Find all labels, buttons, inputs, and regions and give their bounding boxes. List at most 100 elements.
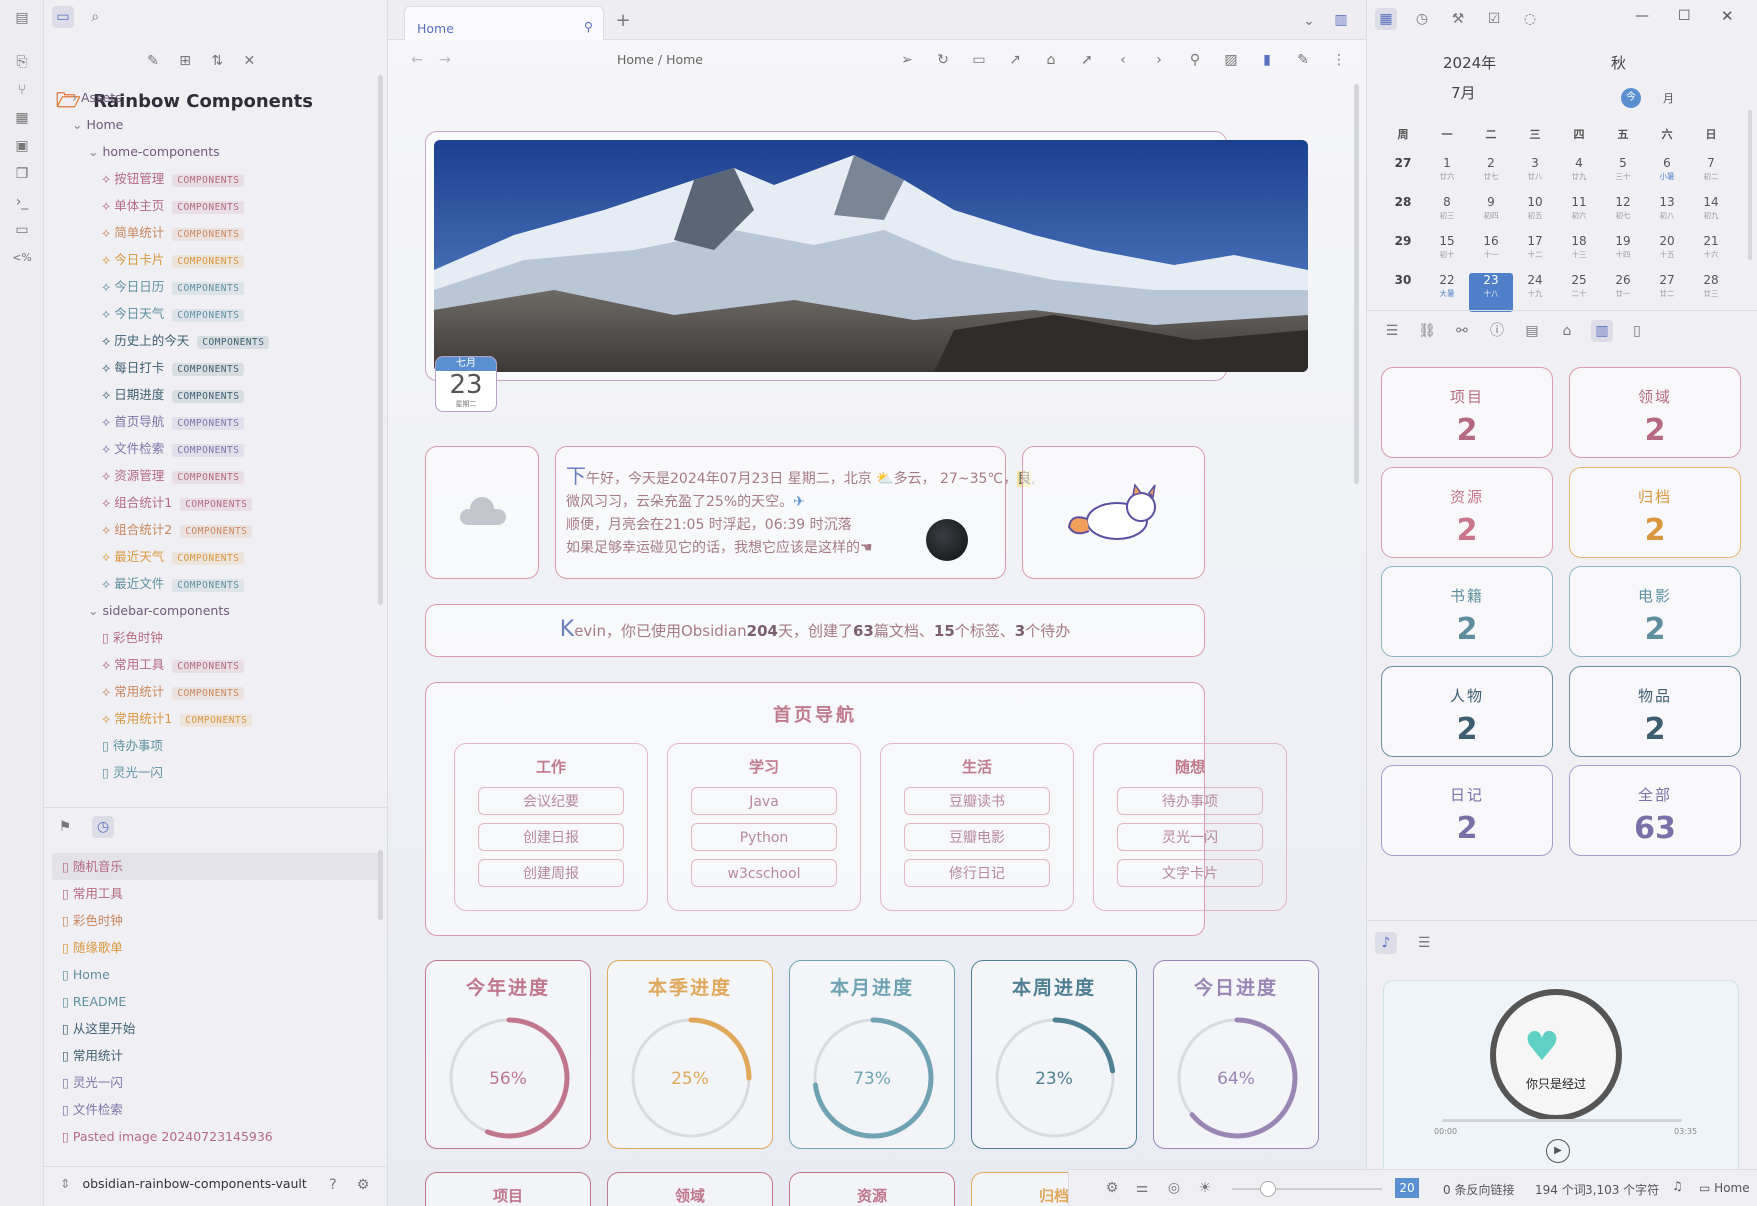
recent-file-item[interactable]: ▯ Home [52, 961, 382, 988]
component-tag[interactable]: COMPONENTS [172, 444, 245, 457]
home-nav-button[interactable]: 文字卡片 [1117, 859, 1263, 887]
home-nav-button[interactable]: Java [691, 787, 837, 815]
tree-file[interactable]: ⟡ 最近文件 COMPONENTS [44, 570, 384, 597]
zoom-level[interactable]: 20 [1395, 1178, 1419, 1198]
screen-icon[interactable]: ▭ [968, 49, 990, 71]
chevron-down-icon[interactable]: ⌄ [88, 144, 102, 159]
component-tag[interactable]: COMPONENTS [197, 336, 270, 349]
help-icon[interactable]: ? [322, 1174, 344, 1196]
graph-view-icon[interactable]: ⑂ [12, 80, 32, 100]
recent-file-item[interactable]: ▯ 从这里开始 [52, 1015, 382, 1042]
next-icon[interactable]: › [1148, 49, 1170, 71]
tree-file[interactable]: ⟡ 简单统计 COMPONENTS [44, 219, 384, 246]
theme-icon[interactable]: ◎ [1163, 1177, 1185, 1199]
tab-list-icon[interactable]: ⌄ [1298, 10, 1320, 32]
music-note-icon[interactable]: ♪ [1375, 932, 1397, 954]
calendar-tab-icon[interactable]: ▦ [1375, 8, 1397, 30]
link-icon[interactable]: ⛓ [1416, 320, 1438, 342]
status-settings-icon[interactable]: ⚙ [1101, 1177, 1123, 1199]
clock-tab-icon[interactable]: ◷ [1411, 8, 1433, 30]
calendar-day[interactable]: 22 大暑 [1425, 273, 1469, 312]
calendar-scrollbar[interactable] [1748, 110, 1752, 260]
component-tag[interactable]: COMPONENTS [172, 174, 245, 187]
week-number[interactable]: 28 [1381, 195, 1425, 234]
open-external-icon[interactable]: ↗ [1004, 49, 1026, 71]
calendar-day[interactable]: 1 廿六 [1425, 156, 1469, 195]
calendar-day[interactable]: 23 十八 [1469, 273, 1513, 312]
home-nav-button[interactable]: 豆瓣读书 [904, 787, 1050, 815]
component-tag[interactable]: COMPONENTS [172, 390, 245, 403]
home-nav-button[interactable]: 灵光一闪 [1117, 823, 1263, 851]
bookmark-filled-icon[interactable]: ▮ [1256, 49, 1278, 71]
calendar-day[interactable]: 9 初四 [1469, 195, 1513, 234]
calendar-day[interactable]: 13 初八 [1645, 195, 1689, 234]
new-tab-icon[interactable]: + [612, 10, 634, 32]
calendar-day[interactable]: 4 廿九 [1557, 156, 1601, 195]
tree-file[interactable]: ⟡ 今日日历 COMPONENTS [44, 273, 384, 300]
edit-icon[interactable]: ✎ [1292, 49, 1314, 71]
close-icon[interactable]: ✕ [1721, 7, 1734, 25]
tree-file[interactable]: ⟡ 按钮管理 COMPONENTS [44, 165, 384, 192]
tree-file[interactable]: ⟡ 日期进度 COMPONENTS [44, 381, 384, 408]
recent-file-item[interactable]: ▯ 随缘歌单 [52, 934, 382, 961]
back-icon[interactable]: ← [406, 49, 428, 71]
archive-icon[interactable]: ▤ [1521, 320, 1543, 342]
home-icon[interactable]: ⌂ [1040, 49, 1062, 71]
calendar-day[interactable]: 20 十五 [1645, 234, 1689, 273]
tree-folder[interactable]: ⌄ sidebar-components [44, 597, 384, 624]
tree-file[interactable]: ⟡ 每日打卡 COMPONENTS [44, 354, 384, 381]
chevron-down-icon[interactable]: ⌄ [88, 603, 102, 618]
stat-card[interactable]: 全部 63 [1569, 765, 1741, 856]
tree-folder[interactable]: › Assets [44, 84, 384, 111]
sidebar-toggle-icon[interactable]: ▤ [12, 8, 32, 28]
component-tag[interactable]: COMPONENTS [172, 363, 245, 376]
canvas-icon[interactable]: ▦ [12, 108, 32, 128]
brightness-icon[interactable]: ☀ [1194, 1177, 1216, 1199]
forward-icon[interactable]: → [434, 49, 456, 71]
search-icon[interactable]: ⌕ [84, 6, 106, 28]
editor-scrollbar[interactable] [1354, 84, 1359, 484]
week-number[interactable]: 30 [1381, 273, 1425, 312]
component-tag[interactable]: COMPONENTS [180, 525, 253, 538]
tree-file[interactable]: ⟡ 常用工具 COMPONENTS [44, 651, 384, 678]
refresh-icon[interactable]: ↻ [932, 49, 954, 71]
tree-scrollbar[interactable] [378, 75, 383, 605]
tree-file[interactable]: ⟡ 历史上的今天 COMPONENTS [44, 327, 384, 354]
calendar-day[interactable]: 8 初三 [1425, 195, 1469, 234]
tree-file[interactable]: ⟡ 资源管理 COMPONENTS [44, 462, 384, 489]
playlist-icon[interactable]: ☰ [1413, 932, 1435, 954]
calendar-day[interactable]: 2 廿七 [1469, 156, 1513, 195]
pin-icon[interactable]: ⚲ [584, 19, 593, 34]
calendar-day[interactable]: 11 初六 [1557, 195, 1601, 234]
component-tag[interactable]: COMPONENTS [180, 498, 253, 511]
home-nav-button[interactable]: 会议纪要 [478, 787, 624, 815]
stat-card[interactable]: 项目 2 [1381, 367, 1553, 458]
folder-icon[interactable]: ▭ [52, 6, 74, 28]
collapse-all-icon[interactable]: ✕ [238, 50, 260, 72]
calendar-day[interactable]: 12 初七 [1601, 195, 1645, 234]
component-tag[interactable]: COMPONENTS [172, 228, 245, 241]
checklist-tab-icon[interactable]: ☑ [1483, 8, 1505, 30]
stats-icon[interactable]: ▯ [1626, 320, 1648, 342]
calendar-day[interactable]: 26 廿一 [1601, 273, 1645, 312]
pin-view-icon[interactable]: ⚲ [1184, 49, 1206, 71]
wrench-tab-icon[interactable]: ⚒ [1447, 8, 1469, 30]
component-tag[interactable]: COMPONENTS [180, 714, 253, 727]
terminal-icon[interactable]: ›_ [12, 192, 32, 212]
right-sidebar-toggle-icon[interactable]: ▥ [1330, 9, 1352, 31]
recent-file-item[interactable]: ▯ Pasted image 20240723145936 [52, 1123, 382, 1150]
component-tag[interactable]: COMPONENTS [172, 417, 245, 430]
calendar-day[interactable]: 24 十九 [1513, 273, 1557, 312]
week-number[interactable]: 27 [1381, 156, 1425, 195]
month-view-button[interactable]: 月 [1663, 90, 1674, 106]
home-nav-button[interactable]: 创建周报 [478, 859, 624, 887]
tree-file[interactable]: ⟡ 文件检索 COMPONENTS [44, 435, 384, 462]
font-size-slider[interactable] [1232, 1188, 1382, 1190]
calendar-day[interactable]: 27 廿二 [1645, 273, 1689, 312]
new-note-icon[interactable]: ✎ [142, 50, 164, 72]
recent-file-item[interactable]: ▯ 常用工具 [52, 880, 382, 907]
more-options-icon[interactable]: ⋮ [1328, 49, 1350, 71]
tree-file[interactable]: ⟡ 常用统计1 COMPONENTS [44, 705, 384, 732]
tree-file[interactable]: ⟡ 单体主页 COMPONENTS [44, 192, 384, 219]
stat-card[interactable]: 物品 2 [1569, 665, 1741, 757]
